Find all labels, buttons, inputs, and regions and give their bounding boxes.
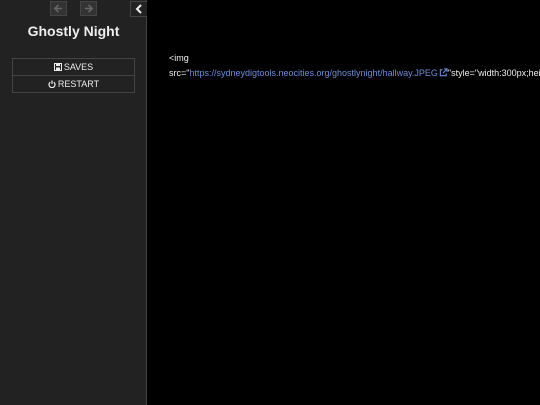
power-icon — [48, 80, 56, 88]
history-forward-button[interactable] — [80, 1, 97, 16]
saves-label: SAVES — [63, 62, 94, 72]
history-back-button[interactable] — [50, 1, 67, 16]
story-menu: SAVES RESTART — [12, 58, 135, 93]
sidebar-toggle-button[interactable] — [130, 1, 147, 17]
arrow-left-icon — [54, 4, 63, 13]
src-prefix: src=" — [169, 68, 190, 78]
external-link-icon — [439, 68, 448, 77]
passage-content: <img src="https://sydneydigtools.neociti… — [169, 51, 540, 81]
link-text: https://sydneydigtools.neocities.org/gho… — [189, 68, 438, 78]
passage-line-2: src="https://sydneydigtools.neocities.or… — [169, 66, 540, 81]
story-title: Ghostly Night — [27, 23, 120, 39]
external-image-link[interactable]: https://sydneydigtools.neocities.org/gho… — [189, 68, 448, 78]
sidebar: Ghostly Night SAVES RESTART — [0, 0, 147, 405]
saves-button[interactable]: SAVES — [12, 58, 135, 76]
arrow-right-icon — [84, 4, 93, 13]
restart-label: RESTART — [57, 79, 100, 89]
passage-line-1: <img — [169, 53, 189, 63]
floppy-disk-icon — [53, 63, 62, 71]
after-link-text: "style="width:300px;height:400px"> — [447, 68, 540, 78]
restart-button[interactable]: RESTART — [12, 76, 135, 93]
chevron-left-icon — [135, 4, 142, 14]
